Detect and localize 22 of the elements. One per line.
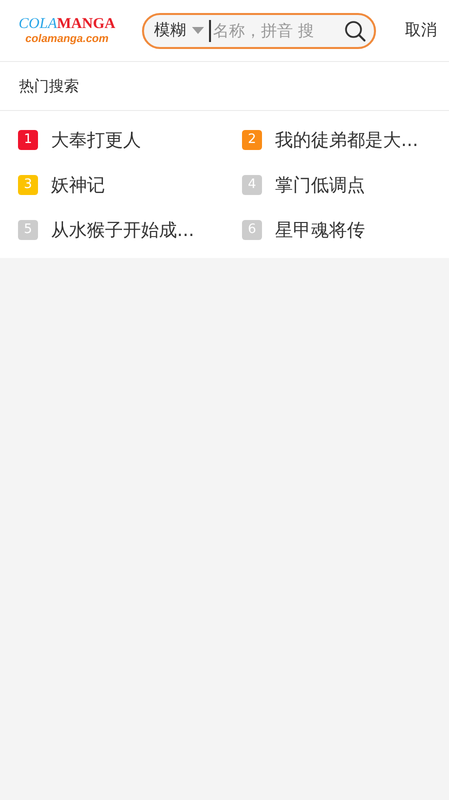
rank-badge: 2 bbox=[242, 130, 262, 150]
rank-badge: 3 bbox=[18, 174, 38, 194]
rank-badge: 1 bbox=[18, 130, 38, 150]
logo-wordmark: COLAMANGA bbox=[18, 16, 116, 32]
search-input: 名称，拼音 搜 bbox=[209, 20, 344, 42]
comic-title: 妖神记 bbox=[51, 174, 105, 196]
comic-title: 大奉打更人 bbox=[51, 128, 141, 152]
caret-icon bbox=[192, 27, 204, 34]
mode-dropdown[interactable]: 模糊 bbox=[154, 20, 204, 41]
search-icon[interactable] bbox=[344, 20, 366, 42]
cancel-button[interactable]: 取消 bbox=[405, 16, 437, 45]
logo-subtitle: colamanga.com bbox=[25, 32, 109, 46]
search-field[interactable]: 模糊 名称，拼音 搜 bbox=[142, 12, 376, 48]
hot-search-item[interactable]: 3 妖神记 bbox=[18, 168, 242, 201]
hot-search-item[interactable]: 1 大奉打更人 bbox=[18, 123, 242, 156]
logo[interactable]: COLAMANGA colamanga.com bbox=[12, 16, 122, 46]
comic-title: 我的徒弟都是大... bbox=[275, 128, 418, 152]
comic-title: 从水猴子开始成... bbox=[51, 218, 194, 242]
comic-title: 掌门低调点 bbox=[275, 174, 365, 196]
hot-search-item[interactable]: 2 我的徒弟都是大... bbox=[242, 123, 449, 156]
section-title: 热门搜索 bbox=[19, 76, 79, 96]
comic-title: 星甲魂将传 bbox=[275, 218, 365, 242]
